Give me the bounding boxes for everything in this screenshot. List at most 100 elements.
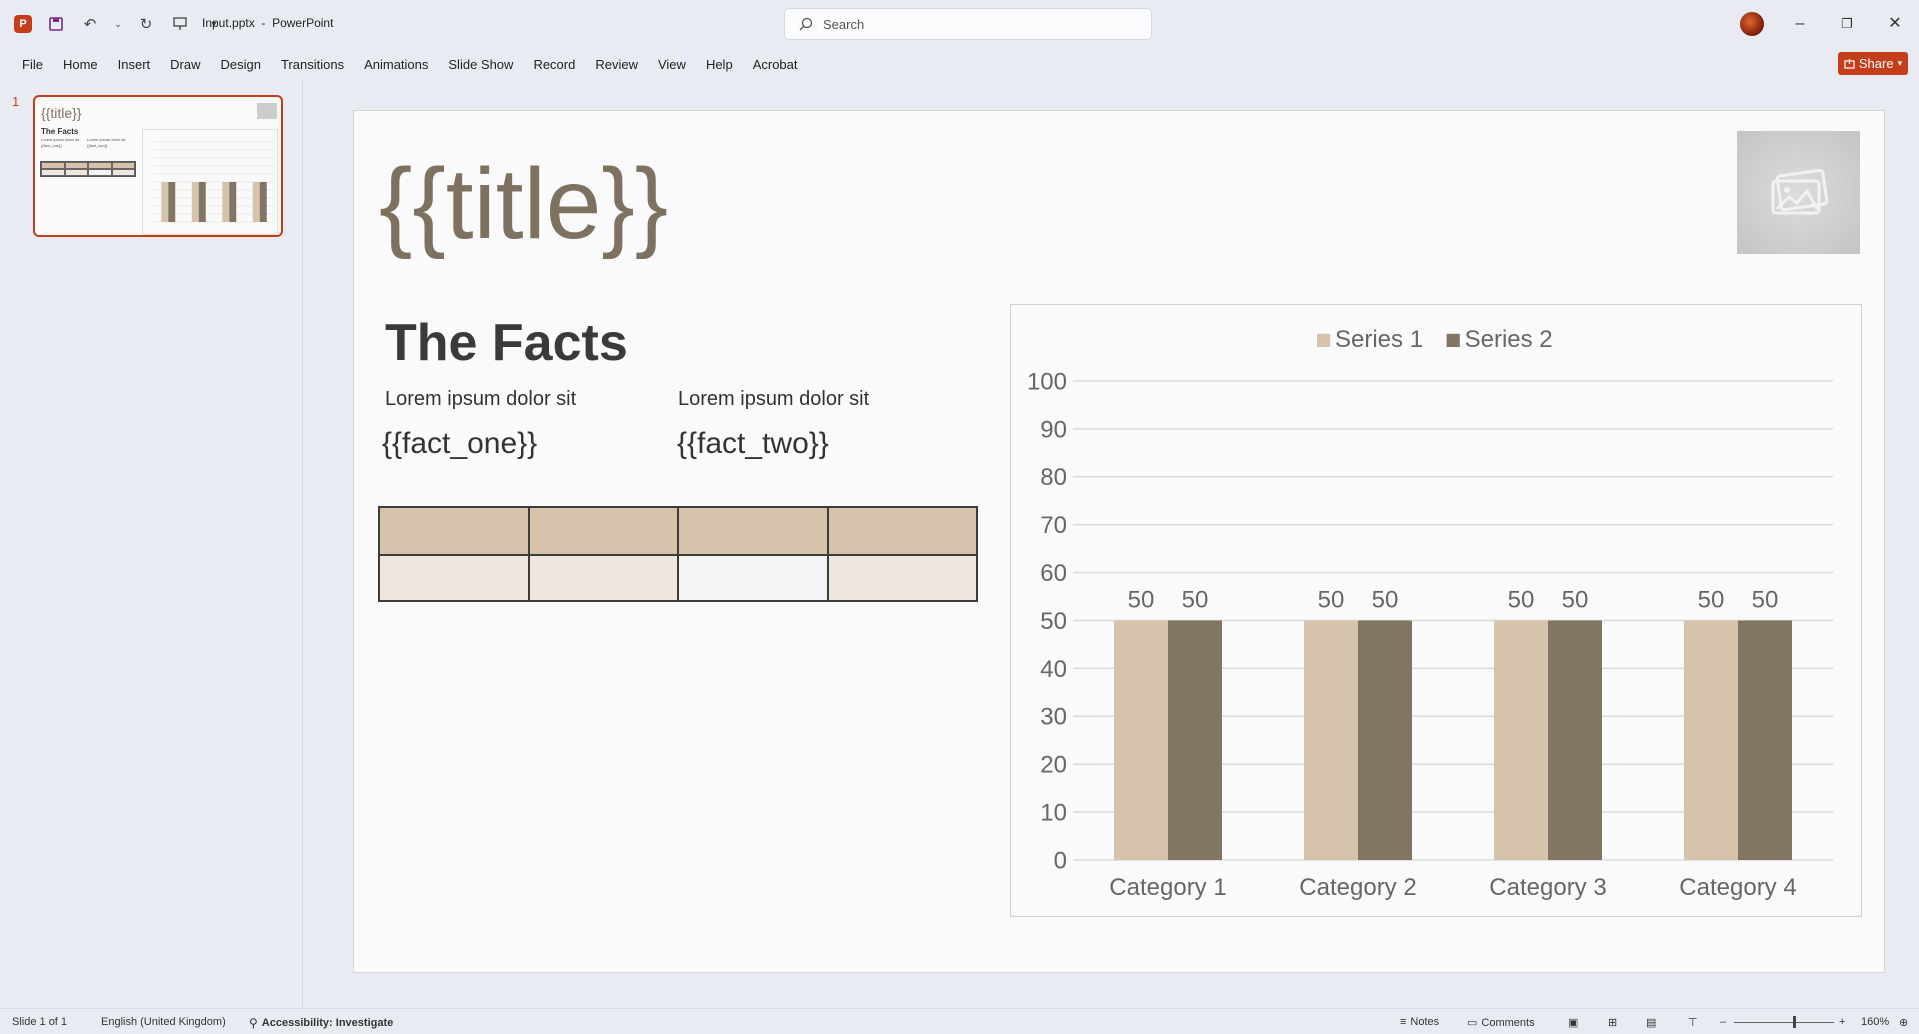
tab-design[interactable]: Design xyxy=(211,57,271,72)
fact-one-placeholder[interactable]: {{fact_one}} xyxy=(382,427,537,461)
undo-icon[interactable]: ↶ xyxy=(80,14,100,34)
tab-home[interactable]: Home xyxy=(53,57,108,72)
y-tick-label: 20 xyxy=(1040,752,1067,779)
normal-view-icon[interactable]: ▣ xyxy=(1568,1016,1578,1029)
y-tick-label: 0 xyxy=(1054,847,1067,874)
data-label: 50 xyxy=(1508,586,1535,613)
fact-two-placeholder[interactable]: {{fact_two}} xyxy=(677,427,829,461)
bar xyxy=(1684,620,1738,860)
zoom-out-icon[interactable]: – xyxy=(1720,1016,1726,1028)
redo-icon[interactable]: ↻ xyxy=(136,14,156,34)
bar xyxy=(1548,620,1602,860)
tab-draw[interactable]: Draw xyxy=(160,57,210,72)
zoom-slider-handle[interactable] xyxy=(1793,1016,1796,1028)
minimize-icon[interactable]: – xyxy=(1790,14,1810,34)
tab-record[interactable]: Record xyxy=(523,57,585,72)
fit-slide-icon[interactable]: ⊕ xyxy=(1899,1016,1908,1029)
close-icon[interactable]: ✕ xyxy=(1885,14,1905,34)
slide-thumbnail[interactable]: {{title}} The Facts Lorem ipsum dolor si… xyxy=(33,95,283,237)
y-tick-label: 70 xyxy=(1040,512,1067,539)
user-avatar[interactable] xyxy=(1740,12,1764,36)
bar xyxy=(1358,620,1412,860)
x-tick-label: Category 3 xyxy=(1489,874,1606,901)
share-button[interactable]: Share ▾ xyxy=(1838,52,1908,75)
tab-review[interactable]: Review xyxy=(585,57,648,72)
undo-dropdown-icon[interactable]: ⌄ xyxy=(114,14,122,34)
comments-button[interactable]: ▭ Comments xyxy=(1467,1016,1535,1030)
search-icon xyxy=(799,17,813,31)
slide-sorter-icon[interactable]: ⊞ xyxy=(1608,1016,1617,1029)
bar xyxy=(259,182,267,222)
slide-counter[interactable]: Slide 1 of 1 xyxy=(12,1016,67,1028)
tab-transitions[interactable]: Transitions xyxy=(271,57,354,72)
thumbnail-fact-one: {{fact_one}} xyxy=(41,143,62,148)
tab-file[interactable]: File xyxy=(0,57,53,72)
thumbnail-table xyxy=(40,161,136,177)
title-bar: P ↶ ⌄ ↻ ▾ Input.pptx - PowerPoint Search… xyxy=(0,0,1919,47)
bar-chart[interactable]: 0 10 20 30 40 50 60 70 80 90 100 50 50 Category 1 50 50… xyxy=(1010,304,1862,917)
accessibility-status[interactable]: ⚲ Accessibility: Investigate xyxy=(249,1016,393,1030)
data-label: 50 xyxy=(1698,586,1725,613)
search-placeholder: Search xyxy=(823,16,865,32)
chevron-down-icon: ▾ xyxy=(1897,58,1903,68)
table-cell[interactable] xyxy=(677,506,829,556)
status-bar: Slide 1 of 1 English (United Kingdom) ⚲ … xyxy=(0,1008,1919,1034)
present-from-start-icon[interactable] xyxy=(170,14,190,34)
slideshow-view-icon[interactable]: ⊤ xyxy=(1688,1016,1698,1029)
reading-view-icon[interactable]: ▤ xyxy=(1646,1016,1656,1029)
bar xyxy=(198,182,206,222)
legend-swatch xyxy=(1317,333,1331,347)
tab-help[interactable]: Help xyxy=(696,57,743,72)
table-cell[interactable] xyxy=(527,506,679,556)
powerpoint-logo-icon: P xyxy=(14,15,32,33)
language-indicator[interactable]: English (United Kingdom) xyxy=(101,1016,226,1028)
slide-title[interactable]: {{title}} xyxy=(379,149,668,259)
y-tick-label: 100 xyxy=(1027,368,1067,395)
search-box[interactable]: Search xyxy=(784,8,1152,40)
comments-label: Comments xyxy=(1481,1016,1535,1029)
x-tick-label: Category 4 xyxy=(1679,874,1796,901)
data-label: 50 xyxy=(1128,586,1155,613)
zoom-in-icon[interactable]: + xyxy=(1839,1016,1845,1028)
ribbon-tabs: File Home Insert Draw Design Transitions… xyxy=(0,50,1919,78)
legend-swatch xyxy=(1446,333,1460,347)
thumbnail-chart xyxy=(142,129,278,235)
data-label: 50 xyxy=(1752,586,1779,613)
tab-acrobat[interactable]: Acrobat xyxy=(743,57,808,72)
document-title: Input.pptx - PowerPoint xyxy=(202,16,334,30)
y-tick-label: 30 xyxy=(1040,704,1067,731)
data-label: 50 xyxy=(1318,586,1345,613)
data-label: 50 xyxy=(1372,586,1399,613)
table-cell[interactable] xyxy=(527,554,679,602)
share-icon xyxy=(1844,59,1855,69)
table-cell[interactable] xyxy=(378,554,530,602)
tab-insert[interactable]: Insert xyxy=(108,57,161,72)
quick-access-toolbar: P ↶ ⌄ ↻ ▾ xyxy=(14,12,224,36)
image-placeholder[interactable] xyxy=(1737,131,1860,254)
y-tick-label: 50 xyxy=(1040,608,1067,635)
tab-view[interactable]: View xyxy=(648,57,696,72)
notes-button[interactable]: ≡ Notes xyxy=(1400,1016,1439,1028)
table-cell[interactable] xyxy=(826,554,978,602)
y-tick-label: 60 xyxy=(1040,560,1067,587)
slide-heading[interactable]: The Facts xyxy=(385,313,628,373)
notes-icon: ≡ xyxy=(1400,1016,1407,1028)
x-tick-label: Category 2 xyxy=(1299,874,1416,901)
lorem-text-1[interactable]: Lorem ipsum dolor sit xyxy=(385,388,576,411)
slide-canvas[interactable]: {{title}} The Facts Lorem ipsum dolor si… xyxy=(353,110,1885,973)
table-cell[interactable] xyxy=(378,506,530,556)
tab-slide-show[interactable]: Slide Show xyxy=(438,57,523,72)
save-icon[interactable] xyxy=(46,14,66,34)
table-cell[interactable] xyxy=(826,506,978,556)
slide-number: 1 xyxy=(12,94,20,109)
table-cell[interactable] xyxy=(677,554,829,602)
lorem-text-2[interactable]: Lorem ipsum dolor sit xyxy=(678,388,869,411)
zoom-slider[interactable] xyxy=(1734,1022,1834,1023)
restore-icon[interactable]: ❐ xyxy=(1837,14,1857,34)
tab-animations[interactable]: Animations xyxy=(354,57,438,72)
bar xyxy=(229,182,237,222)
slide-table[interactable] xyxy=(378,506,978,602)
zoom-level[interactable]: 160% xyxy=(1861,1016,1889,1028)
legend-label: Series 2 xyxy=(1465,326,1553,353)
bar xyxy=(168,182,176,222)
